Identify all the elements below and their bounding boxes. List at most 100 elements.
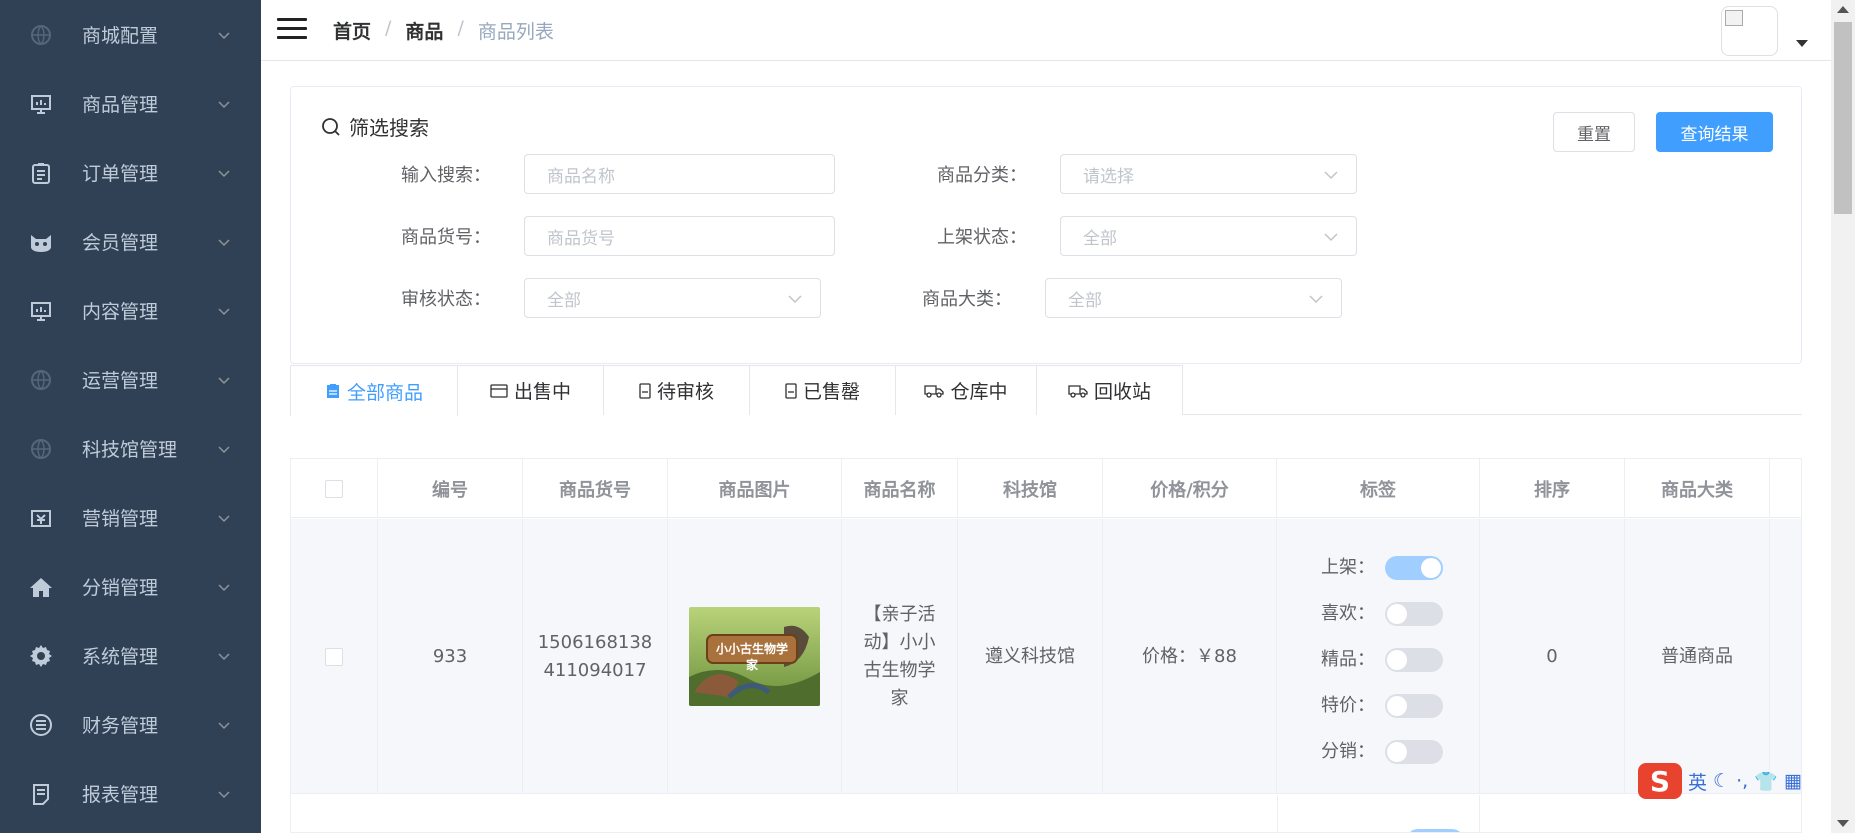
row-checkbox[interactable]: [325, 647, 343, 666]
audit-status-value: 全部: [547, 290, 581, 311]
sidebar-item-marketing[interactable]: 营销管理: [0, 483, 261, 552]
column-header[interactable]: 价格/积分: [1103, 459, 1277, 518]
vertical-scrollbar[interactable]: [1831, 0, 1855, 833]
column-header[interactable]: 科技馆: [958, 459, 1103, 518]
sidebar-item-member[interactable]: 会员管理: [0, 207, 261, 276]
truck-icon: [924, 384, 945, 398]
sidebar-item-label: 会员管理: [82, 232, 159, 254]
ime-toolbar[interactable]: S 英 ☾ ·, 👕 ▦: [1638, 762, 1831, 800]
monitor-icon: [28, 298, 54, 324]
sort-cell: 0: [1480, 519, 1625, 794]
tag-label: 特价：: [1321, 695, 1375, 716]
sim-icon: [785, 382, 797, 399]
sidebar-item-content[interactable]: 内容管理: [0, 276, 261, 345]
sku-line: 1506168138: [537, 631, 653, 653]
sidebar-item-system[interactable]: 系统管理: [0, 621, 261, 690]
breadcrumb-current: 商品列表: [477, 21, 554, 43]
big-category-select[interactable]: 全部: [1045, 278, 1342, 318]
marketing-icon: [28, 505, 54, 531]
grid-icon[interactable]: ▦: [1784, 770, 1802, 792]
scroll-down-icon[interactable]: [1837, 820, 1849, 827]
product-image[interactable]: 小小古生物学家: [689, 607, 820, 706]
name-line: 古生物学: [863, 659, 936, 681]
query-button[interactable]: 查询结果: [1656, 112, 1773, 152]
sidebar-item-distribution[interactable]: 分销管理: [0, 552, 261, 621]
breadcrumb-home[interactable]: 首页: [333, 17, 371, 44]
chevron-down-icon: [1324, 171, 1338, 180]
sidebar-item-label: 分销管理: [82, 577, 159, 599]
search-placeholder: 商品名称: [547, 166, 615, 187]
shelf-status-select[interactable]: 全部: [1060, 216, 1357, 256]
category-select[interactable]: 请选择: [1060, 154, 1357, 194]
like-switch[interactable]: [1385, 602, 1443, 626]
ime-language[interactable]: 英: [1688, 768, 1707, 795]
sim-icon: [639, 382, 651, 399]
chevron-down-icon: [218, 514, 230, 522]
shirt-icon[interactable]: 👕: [1754, 770, 1778, 793]
column-header[interactable]: 商品大类: [1625, 459, 1770, 518]
chevron-down-icon: [218, 307, 230, 315]
gear-icon: [28, 643, 54, 669]
sku-line: 411094017: [543, 659, 647, 681]
sidebar-item-mall-config[interactable]: 商城配置: [0, 0, 261, 69]
tab-recycle-bin[interactable]: 回收站: [1036, 365, 1183, 415]
chevron-down-icon: [218, 31, 230, 39]
column-header[interactable]: 排序: [1480, 459, 1625, 518]
punctuation-icon[interactable]: ·,: [1736, 770, 1748, 792]
tab-on-sale[interactable]: 出售中: [457, 365, 604, 415]
breadcrumb-product[interactable]: 商品: [405, 17, 443, 44]
on-shelf-switch[interactable]: [1406, 829, 1464, 832]
special-price-switch[interactable]: [1385, 694, 1443, 718]
home-icon: [28, 574, 54, 600]
reset-button[interactable]: 重置: [1553, 112, 1635, 152]
scrollbar-thumb[interactable]: [1834, 22, 1852, 214]
hamburger-icon[interactable]: [277, 18, 307, 42]
clipboard-icon: [326, 384, 339, 398]
tab-all-products[interactable]: 全部商品: [290, 365, 458, 416]
sidebar-item-museum[interactable]: 科技馆管理: [0, 414, 261, 483]
sidebar-item-label: 订单管理: [82, 163, 159, 185]
avatar[interactable]: [1721, 6, 1778, 56]
sidebar-item-operation[interactable]: 运营管理: [0, 345, 261, 414]
row-select-cell: [291, 519, 378, 794]
name-cell: 【亲子活 动】小小 古生物学 家: [842, 519, 958, 794]
category-label: 商品分类：: [937, 165, 1027, 186]
scroll-up-icon[interactable]: [1837, 6, 1849, 13]
sku-cell: 1506168138 411094017: [523, 519, 668, 794]
big-category-label: 商品大类：: [922, 289, 1012, 310]
moon-icon[interactable]: ☾: [1713, 770, 1730, 792]
search-input[interactable]: 商品名称: [524, 154, 835, 194]
distribution-switch[interactable]: [1385, 740, 1443, 764]
premium-switch[interactable]: [1385, 648, 1443, 672]
column-header[interactable]: 编号: [378, 459, 523, 518]
audit-status-select[interactable]: 全部: [524, 278, 821, 318]
tab-sold-out[interactable]: 已售罄: [749, 365, 896, 415]
select-all-checkbox[interactable]: [325, 479, 343, 498]
category-cell: 普通商品: [1625, 519, 1770, 794]
tag-label: 上架：: [1321, 557, 1375, 578]
sidebar-item-order[interactable]: 订单管理: [0, 138, 261, 207]
caret-down-icon[interactable]: [1796, 40, 1808, 47]
tag-row-special-price: 特价：: [1315, 692, 1443, 720]
sidebar-item-product[interactable]: 商品管理: [0, 69, 261, 138]
sku-input[interactable]: 商品货号: [524, 216, 835, 256]
big-category-value: 全部: [1068, 290, 1102, 311]
table-row: 933 1506168138 411094017 小小古生物学家 【亲子活 动】…: [291, 519, 1801, 794]
tab-pending-review[interactable]: 待审核: [603, 365, 750, 415]
tab-label: 待审核: [656, 381, 714, 403]
chevron-down-icon: [1324, 233, 1338, 242]
column-header[interactable]: 商品名称: [842, 459, 958, 518]
on-shelf-switch[interactable]: [1385, 556, 1443, 580]
tab-in-warehouse[interactable]: 仓库中: [895, 365, 1037, 415]
id-cell: 933: [378, 519, 523, 794]
chevron-down-icon: [1309, 295, 1323, 304]
sidebar-item-report[interactable]: 报表管理: [0, 759, 261, 828]
chevron-down-icon: [218, 169, 230, 177]
chevron-down-icon: [218, 445, 230, 453]
globe-icon: [28, 436, 54, 462]
sidebar-item-finance[interactable]: 财务管理: [0, 690, 261, 759]
tag-label: 精品：: [1321, 649, 1375, 670]
column-header[interactable]: 商品货号: [523, 459, 668, 518]
column-header[interactable]: 标签: [1277, 459, 1480, 518]
column-header[interactable]: 商品图片: [668, 459, 842, 518]
